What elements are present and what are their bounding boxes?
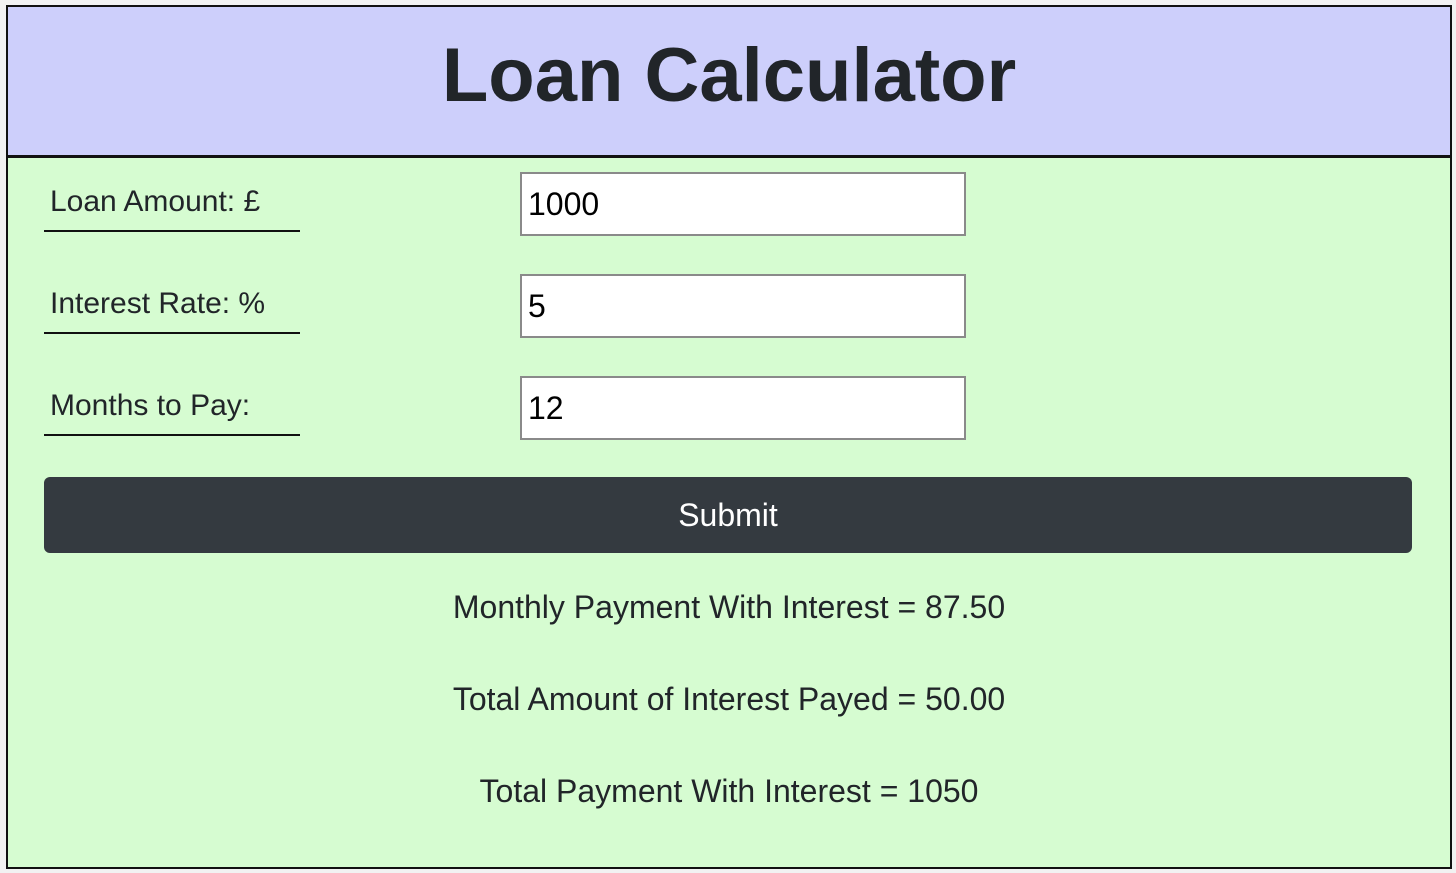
page-title: Loan Calculator — [441, 32, 1017, 118]
months-label: Months to Pay: — [44, 376, 300, 436]
monthly-payment-result: Monthly Payment With Interest = 87.50 — [452, 589, 1006, 625]
interest-rate-row: Interest Rate: % — [44, 274, 1044, 338]
total-interest-result: Total Amount of Interest Payed = 50.00 — [452, 681, 1006, 717]
interest-rate-input[interactable] — [520, 274, 966, 338]
total-payment-result: Total Payment With Interest = 1050 — [479, 773, 979, 809]
loan-calculator-app: Loan Calculator Loan Amount: £ Interest … — [6, 5, 1452, 869]
header: Loan Calculator — [8, 7, 1450, 158]
loan-amount-input[interactable] — [520, 172, 966, 236]
loan-amount-label: Loan Amount: £ — [44, 172, 300, 232]
months-input[interactable] — [520, 376, 966, 440]
months-row: Months to Pay: — [44, 376, 1044, 440]
loan-amount-row: Loan Amount: £ — [44, 172, 1044, 236]
submit-button[interactable]: Submit — [44, 477, 1412, 553]
interest-rate-label: Interest Rate: % — [44, 274, 300, 334]
